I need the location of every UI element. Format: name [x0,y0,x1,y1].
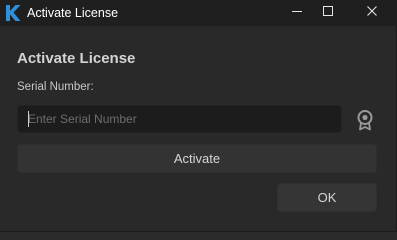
close-button[interactable] [355,0,389,26]
serial-number-input[interactable] [17,105,342,133]
dialog-heading: Activate License [17,50,136,67]
maximize-button[interactable] [311,0,345,26]
text-caret [28,111,29,127]
minimize-button[interactable] [280,0,314,26]
maximize-icon [322,4,334,22]
ok-button[interactable]: OK [277,183,377,212]
minimize-icon [291,4,303,22]
award-badge-icon[interactable] [355,109,375,131]
window-title: Activate License [27,6,119,20]
activate-license-window: Activate License Activate License Serial… [0,0,397,232]
k-logo-icon [4,4,22,22]
activate-button[interactable]: Activate [17,144,377,173]
serial-number-label: Serial Number: [17,81,94,93]
title-bar[interactable]: Activate License [0,0,397,26]
close-icon [366,4,378,22]
